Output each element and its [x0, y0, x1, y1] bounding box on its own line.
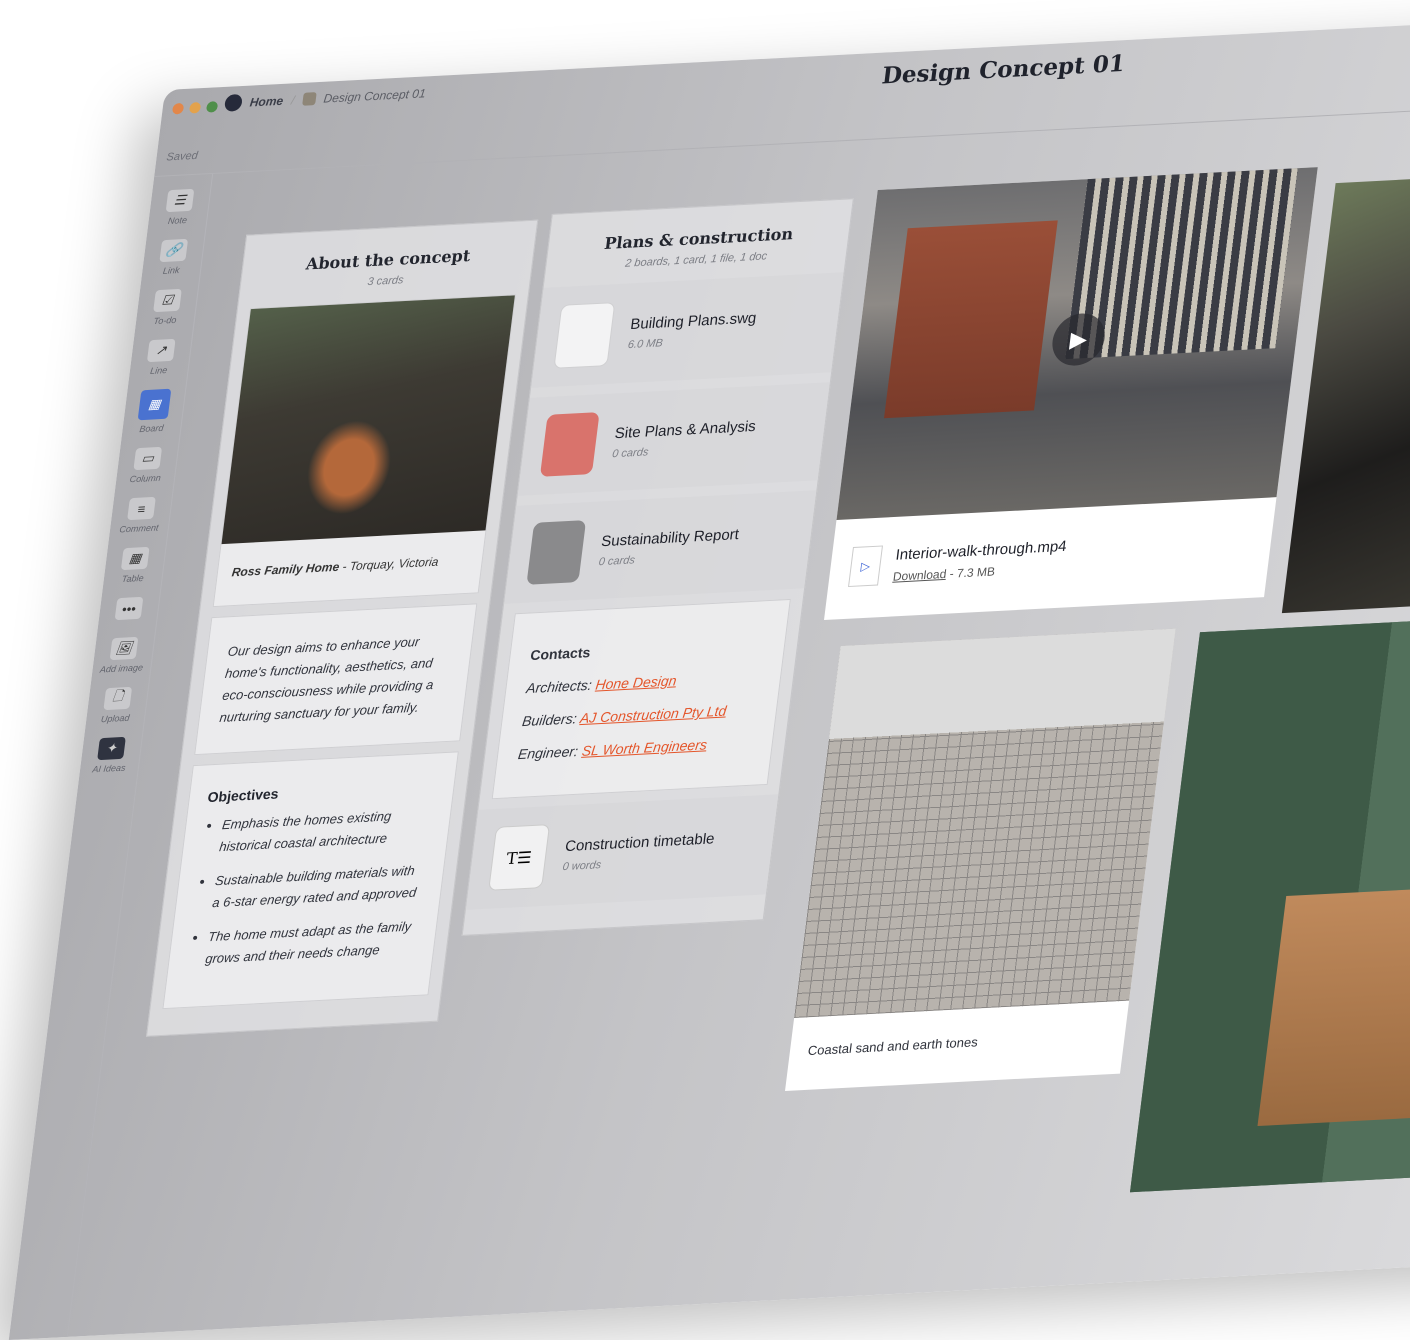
objective-item: Sustainable building materials with a 6-… [211, 859, 427, 914]
tool-label: Link [162, 265, 180, 276]
video-thumbnail: ▶ [837, 167, 1318, 520]
caption-bold: Ross Family Home [231, 560, 340, 580]
play-icon[interactable]: ▶ [1049, 312, 1108, 367]
app-logo-icon [224, 94, 243, 112]
tool-label: Add image [99, 662, 143, 674]
tool-label: Board [139, 423, 164, 434]
tool-board[interactable]: ▦ Board [122, 388, 186, 435]
contact-label: Builders: [521, 710, 577, 729]
note-icon: ☰ [166, 189, 195, 212]
house-image [222, 295, 515, 544]
plan-items: Building Plans.swg6.0 MBSite Plans & Ana… [504, 272, 844, 604]
contact-link[interactable]: AJ Construction Pty Ltd [579, 703, 727, 727]
link-icon: 🔗 [159, 239, 188, 262]
note-text: Our design aims to enhance your home's f… [219, 634, 435, 725]
video-size: - 7.3 MB [946, 564, 996, 581]
contacts-card[interactable]: Contacts Architects: Hone DesignBuilders… [492, 599, 791, 799]
column-icon: ▭ [133, 447, 162, 470]
tool-line[interactable]: ↗ Line [129, 338, 192, 377]
board-icon: ▦ [138, 389, 172, 421]
contact-label: Architects: [525, 677, 592, 696]
tool-add-image[interactable]: 🖼 Add image [92, 636, 155, 675]
contact-link[interactable]: SL Worth Engineers [581, 736, 708, 759]
tool-label: Upload [100, 713, 130, 724]
tool-comment[interactable]: ≡ Comment [109, 496, 172, 535]
breadcrumb-home[interactable]: Home [249, 93, 284, 109]
item-meta: 0 cards [612, 440, 754, 459]
image-card[interactable]: Ross Family Home - Torquay, Victoria [213, 294, 516, 607]
item-title: Building Plans.swg [629, 309, 757, 333]
column-title[interactable]: About the concept [242, 221, 537, 277]
objective-item: Emphasis the homes existing historical c… [218, 803, 434, 858]
tool-column[interactable]: ▭ Column [116, 446, 179, 485]
item-meta: 0 cards [598, 549, 737, 568]
contact-link[interactable]: Hone Design [595, 672, 678, 692]
file-icon [553, 302, 615, 369]
table-icon: ▦ [121, 547, 150, 570]
video-card[interactable]: ▶ ▷ Interior-walk-through.mp4 Download -… [824, 167, 1318, 620]
tool-more[interactable]: ••• [98, 596, 159, 625]
tool-link[interactable]: 🔗 Link [142, 238, 205, 277]
breadcrumb-current[interactable]: Design Concept 01 [323, 86, 427, 105]
save-status: Saved [166, 150, 199, 164]
brick-wall [884, 220, 1058, 418]
tool-upload[interactable]: 🗋 Upload [86, 686, 149, 725]
doc-title: Construction timetable [564, 830, 715, 855]
more-icon: ••• [115, 597, 144, 620]
tool-table[interactable]: ▦ Table [103, 546, 166, 585]
video-filename: Interior-walk-through.mp4 [895, 537, 1068, 563]
video-file-icon: ▷ [848, 545, 883, 587]
doc-meta: 0 words [562, 853, 713, 873]
objectives-title: Objectives [207, 777, 437, 805]
breadcrumb-separator: / [290, 93, 295, 107]
ai-icon: ✦ [97, 737, 126, 760]
minimize-window-button[interactable] [189, 102, 201, 114]
tool-ai-ideas[interactable]: ✦ AI Ideas [79, 736, 142, 775]
tool-label: Column [129, 473, 161, 485]
bathroom-image-card[interactable]: Coastal sand and earth tones [785, 629, 1176, 1091]
doc-icon: T☰ [488, 824, 550, 891]
app-window: Home / Design Concept 01 Design Concept … [9, 12, 1410, 1340]
upload-icon: 🗋 [103, 687, 132, 710]
image-icon: 🖼 [110, 637, 139, 660]
tool-note[interactable]: ☰ Note [148, 188, 211, 227]
board-icon [540, 412, 600, 477]
objectives-list: Emphasis the homes existing historical c… [186, 803, 434, 971]
tool-label: AI Ideas [92, 763, 126, 775]
tool-label: Table [121, 573, 144, 584]
objectives-card[interactable]: Objectives Emphasis the homes existing h… [162, 751, 459, 1009]
title-bar: Home / Design Concept 01 Design Concept … [157, 12, 1410, 152]
plan-item[interactable]: Sustainability Report0 cards [504, 490, 816, 604]
contact-label: Engineer: [517, 743, 579, 762]
plan-item[interactable]: Building Plans.swg6.0 MB [531, 272, 844, 388]
doc-timetable[interactable]: T☰ Construction timetable0 words [466, 794, 779, 910]
page-title[interactable]: Design Concept 01 [880, 50, 1126, 90]
objective-item: The home must adapt as the family grows … [204, 915, 420, 970]
board-color-icon [302, 92, 317, 106]
note-card[interactable]: Our design aims to enhance your home's f… [194, 603, 477, 755]
plan-item[interactable]: Site Plans & Analysis0 cards [518, 382, 830, 496]
tool-label: To-do [153, 315, 177, 326]
leaf-icon [526, 520, 586, 585]
tool-label: Comment [119, 522, 159, 534]
kitchen-island [1258, 886, 1410, 1126]
close-window-button[interactable] [172, 103, 184, 115]
bathroom-image [794, 629, 1176, 1018]
download-link[interactable]: Download [892, 566, 947, 583]
tool-label: Note [167, 215, 187, 226]
todo-icon: ☑ [153, 289, 182, 312]
breadcrumb: Home / Design Concept 01 [224, 84, 427, 111]
item-title: Sustainability Report [600, 526, 740, 550]
caption-location: - Torquay, Victoria [338, 555, 439, 574]
tool-label: Line [150, 365, 168, 376]
maximize-window-button[interactable] [206, 101, 218, 113]
item-meta: 6.0 MB [627, 332, 754, 351]
contacts-list: Architects: Hone Design Builders: AJ Cons… [516, 660, 762, 771]
tool-to-do[interactable]: ☑ To-do [135, 288, 198, 327]
comment-icon: ≡ [127, 497, 156, 520]
kitchen-image-card[interactable] [1130, 616, 1410, 1193]
item-title: Site Plans & Analysis [614, 417, 757, 441]
line-icon: ↗ [147, 339, 176, 362]
